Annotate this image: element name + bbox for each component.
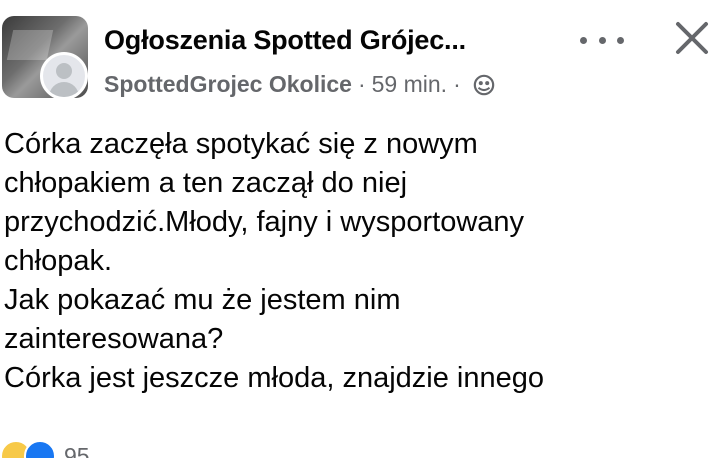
post-text-line: Córka jest jeszcze młoda, znajdzie inneg… [4, 362, 544, 394]
meta-separator: · [357, 71, 366, 97]
post-meta: SpottedGrojec Okolice · 59 min. · [104, 71, 495, 98]
reaction-count: 95 [64, 442, 90, 458]
post-text-line: Córka zaczęła spotykać się z nowym [4, 128, 478, 160]
more-options-button[interactable] [580, 30, 624, 50]
post-text-line: chłopak. [4, 245, 113, 277]
more-dot [617, 36, 624, 44]
post-text: Córka zaczęła spotykać się z nowym chłop… [4, 125, 704, 398]
globe-icon [473, 74, 495, 95]
author-avatar[interactable] [40, 52, 88, 100]
facebook-post: Ogłoszenia Spotted Grójec... SpottedGroj… [0, 0, 718, 458]
like-icon [24, 440, 56, 458]
post-text-line: chłopakiem a ten zaczął do niej [4, 167, 408, 199]
group-name-link[interactable]: Ogłoszenia Spotted Grójec... [104, 25, 466, 56]
close-icon[interactable] [672, 18, 712, 58]
more-dot [598, 36, 606, 44]
reactions-summary[interactable]: 95 [0, 440, 90, 458]
more-dots-icon [580, 36, 587, 44]
post-timestamp[interactable]: 59 min. [372, 71, 447, 98]
author-name-link[interactable]: SpottedGrojec Okolice [104, 71, 352, 98]
avatar-placeholder-head [56, 63, 72, 79]
post-text-line: przychodzić.Młody, fajny i wysportowany [4, 206, 525, 238]
meta-separator-2: · [453, 71, 461, 97]
avatar-placeholder-body [49, 82, 79, 97]
post-text-line: zainteresowana? [4, 323, 224, 355]
post-text-line: Jak pokazać mu że jestem nim [4, 284, 401, 316]
